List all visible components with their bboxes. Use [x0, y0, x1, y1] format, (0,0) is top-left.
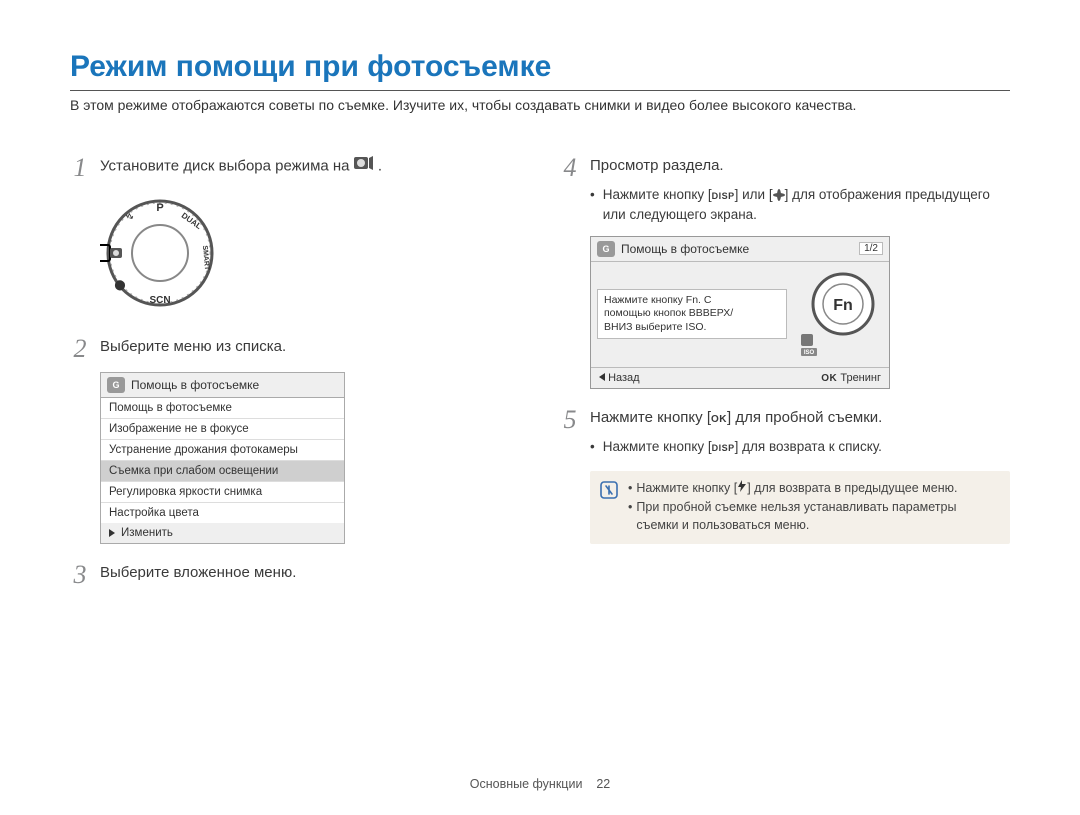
macro-flower-icon [773, 189, 785, 201]
screen-train-label: Тренинг [840, 372, 881, 384]
step-1-before: Установите диск выбора режима на [100, 158, 354, 175]
note-line-2: При пробной съемке нельзя устанавливать … [628, 498, 1000, 534]
note-line-1: Нажмите кнопку [ ] для возврата в предыду… [628, 479, 1000, 498]
right-column: 4 Просмотр раздела. Нажмите кнопку [DISP… [560, 137, 1010, 588]
disp-icon: DISP [712, 191, 735, 201]
step-5-bullet: Нажмите кнопку [DISP] для возврата к спи… [590, 437, 1010, 457]
note-box: Нажмите кнопку [ ] для возврата в предыду… [590, 471, 1010, 544]
note-l1-after: ] для возврата в предыдущее меню. [747, 481, 957, 495]
guide-icon: G [107, 377, 125, 393]
menu-row: Изображение не в фокусе [101, 419, 344, 440]
step-3-text: Выберите вложенное меню. [100, 562, 296, 585]
step-number: 3 [70, 562, 90, 588]
step-number: 1 [70, 155, 90, 181]
guide-mode-icon [354, 155, 374, 179]
step-4: 4 Просмотр раздела. [560, 155, 1010, 181]
svg-text:⬤: ⬤ [114, 280, 125, 291]
screen-pager: 1/2 [859, 242, 883, 255]
footer-page: 22 [596, 777, 610, 791]
menu-row: Помощь в фотосъемке [101, 398, 344, 419]
triangle-right-icon [109, 529, 115, 537]
triangle-left-icon [599, 373, 605, 381]
step-1-after: . [378, 158, 382, 175]
screen-header: G Помощь в фотосъемке 1/2 [591, 237, 889, 262]
screen-fn-graphic: Fn ISO [793, 268, 883, 361]
step-4-bullet: Нажмите кнопку [DISP] или [] для отображ… [590, 185, 1010, 226]
menu-list-screenshot: G Помощь в фотосъемке Помощь в фотосъемк… [100, 372, 345, 544]
step-number: 2 [70, 336, 90, 362]
screen-header-label: Помощь в фотосъемке [621, 242, 749, 256]
screen-footer: Назад OK Тренинг [591, 367, 889, 388]
svg-text:P: P [156, 202, 163, 214]
step-number: 4 [560, 155, 580, 181]
menu-row: Регулировка яркости снимка [101, 482, 344, 503]
step-2: 2 Выберите меню из списка. [70, 336, 520, 362]
step-1-text: Установите диск выбора режима на . [100, 155, 382, 179]
title-underline [70, 90, 1010, 91]
page-footer: Основные функции 22 [0, 777, 1080, 791]
menu-header: G Помощь в фотосъемке [101, 373, 344, 398]
screen-instruction-text: Нажмите кнопку Fn. С помощью кнопок ВВВЕ… [597, 289, 787, 340]
menu-header-label: Помощь в фотосъемке [131, 378, 259, 392]
step-number: 5 [560, 407, 580, 433]
note-info-icon [600, 481, 618, 534]
ok-icon: OK [711, 414, 727, 425]
left-column: 1 Установите диск выбора режима на . [70, 137, 520, 588]
s5-bullet-after: ] для возврата к списку. [735, 439, 882, 454]
ok-icon: OK [821, 373, 837, 384]
intro-text: В этом режиме отображаются советы по съе… [70, 97, 1010, 113]
s4-bullet-before: Нажмите кнопку [ [603, 187, 712, 202]
menu-footer-label: Изменить [121, 527, 173, 539]
page-title: Режим помощи при фотосъемке [70, 50, 1010, 90]
screen-back-label: Назад [608, 372, 640, 384]
guide-icon: G [597, 241, 615, 257]
menu-footer: Изменить [101, 523, 344, 543]
guide-screen-preview: G Помощь в фотосъемке 1/2 Нажмите кнопку… [590, 236, 890, 389]
menu-row: Настройка цвета [101, 503, 344, 523]
screen-body: Нажмите кнопку Fn. С помощью кнопок ВВВЕ… [591, 262, 889, 367]
note-list: Нажмите кнопку [ ] для возврата в предыду… [628, 479, 1000, 534]
disp-icon: DISP [712, 443, 735, 453]
step-5: 5 Нажмите кнопку [OK] для пробной съемки… [560, 407, 1010, 433]
step-5-text: Нажмите кнопку [OK] для пробной съемки. [590, 407, 882, 430]
s4-bullet-mid: ] или [ [735, 187, 773, 202]
mode-dial-illustration: P DUAL SMART SCN ⬤ ↯ [100, 193, 520, 318]
screen-line: Нажмите кнопку Fn. С [604, 294, 780, 308]
s5-after: ] для пробной съемки. [727, 409, 882, 426]
screen-line: ВНИЗ выберите ISO. [604, 321, 780, 335]
s5-bullet-before: Нажмите кнопку [ [603, 439, 712, 454]
note-l2-text: При пробной съемке нельзя устанавливать … [636, 498, 1000, 534]
screen-line: помощью кнопок ВВВЕРХ/ [604, 307, 780, 321]
bullet-dot [590, 437, 597, 457]
svg-text:Fn: Fn [833, 297, 853, 314]
menu-row: Устранение дрожания фотокамеры [101, 440, 344, 461]
flash-icon [737, 479, 747, 497]
note-l1-before: Нажмите кнопку [ [636, 481, 737, 495]
step-3: 3 Выберите вложенное меню. [70, 562, 520, 588]
s5-before: Нажмите кнопку [ [590, 409, 711, 426]
step-1: 1 Установите диск выбора режима на . [70, 155, 520, 181]
bullet-dot [590, 185, 597, 226]
svg-text:ISO: ISO [804, 350, 815, 356]
svg-text:SCN: SCN [149, 295, 170, 306]
step-4-text: Просмотр раздела. [590, 155, 724, 178]
step-2-text: Выберите меню из списка. [100, 336, 286, 359]
footer-section: Основные функции [470, 777, 583, 791]
menu-row-selected: Съемка при слабом освещении [101, 461, 344, 482]
